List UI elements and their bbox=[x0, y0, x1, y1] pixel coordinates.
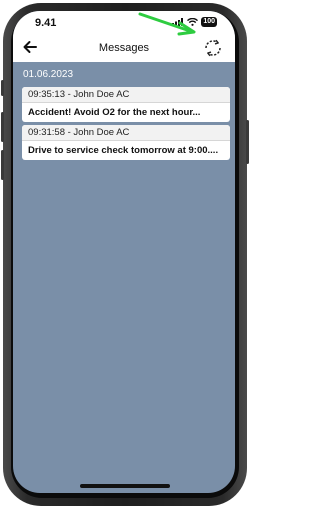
message-header: 09:31:58 - John Doe AC bbox=[22, 125, 230, 141]
message-text: Accident! Avoid O2 for the next hour... bbox=[28, 107, 201, 118]
battery-icon: 100 bbox=[201, 17, 217, 27]
message-card[interactable]: 09:31:58 - John Doe AC Drive to service … bbox=[22, 125, 230, 160]
status-time: 9.41 bbox=[35, 17, 57, 29]
message-text: Drive to service check tomorrow at 9:00.… bbox=[28, 145, 219, 156]
volume-up-button bbox=[1, 112, 4, 142]
power-button bbox=[246, 120, 249, 164]
date-header: 01.06.2023 bbox=[23, 69, 74, 80]
home-indicator[interactable] bbox=[80, 484, 170, 488]
volume-down-button bbox=[1, 150, 4, 180]
message-card[interactable]: 09:35:13 - John Doe AC Accident! Avoid O… bbox=[22, 87, 230, 122]
refresh-icon[interactable] bbox=[202, 37, 224, 59]
phone-screen: 9.41 100 Messages 01.06.2023 09:35:13 - … bbox=[13, 11, 235, 493]
message-header: 09:35:13 - John Doe AC bbox=[22, 87, 230, 103]
mute-switch bbox=[1, 80, 4, 96]
annotation-arrow-icon bbox=[138, 12, 196, 36]
